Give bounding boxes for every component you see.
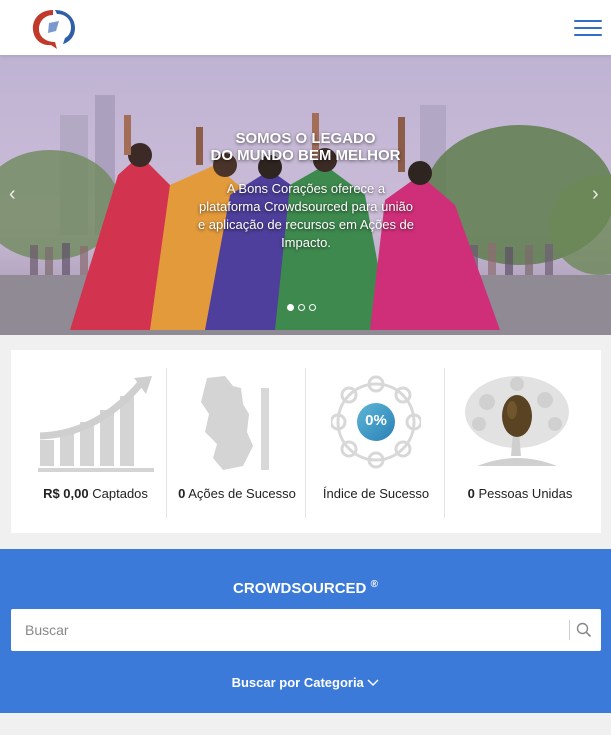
- map-icon: [201, 376, 269, 470]
- header: [0, 0, 611, 55]
- crowdsourced-section: CROWDSOURCED ® Buscar por Categoria: [0, 549, 611, 713]
- success-badge: 0%: [365, 412, 387, 429]
- search-separator: [569, 620, 570, 640]
- chevron-left-icon[interactable]: ‹: [9, 183, 16, 206]
- tree-icon: [465, 376, 569, 466]
- stat-indice-label: Índice de Sucesso: [322, 486, 430, 501]
- carousel-dot-2[interactable]: [298, 304, 305, 311]
- hero-carousel: SOMOS O LEGADO DO MUNDO BEM MELHOR A Bon…: [0, 55, 611, 335]
- search-icon[interactable]: [576, 622, 592, 638]
- stat-pessoas-label: 0 Pessoas Unidas: [467, 486, 573, 501]
- carousel-indicators: [287, 304, 316, 311]
- search-input[interactable]: [11, 609, 566, 651]
- hero-title-line1: SOMOS O LEGADO: [235, 130, 376, 147]
- growth-chart-icon: [38, 376, 154, 472]
- hero-text: A Bons Corações oferece a plataforma Cro…: [197, 181, 415, 250]
- hero-title: SOMOS O LEGADO DO MUNDO BEM MELHOR: [150, 130, 461, 164]
- logo[interactable]: [29, 4, 79, 50]
- stat-indice: 0% Índice de Sucesso: [306, 368, 446, 518]
- category-dropdown[interactable]: Buscar por Categoria: [0, 675, 611, 690]
- stat-acoes: 0 Ações de Sucesso: [167, 368, 307, 518]
- carousel-dot-3[interactable]: [309, 304, 316, 311]
- hero-title-line2: DO MUNDO BEM MELHOR: [210, 147, 401, 164]
- chevron-down-icon: [367, 679, 379, 687]
- carousel-dot-1[interactable]: [287, 304, 294, 311]
- crowdsourced-title: CROWDSOURCED ®: [233, 579, 378, 597]
- stat-pessoas: 0 Pessoas Unidas: [445, 368, 595, 518]
- stat-captados-label: R$ 0,00 Captados: [43, 486, 148, 501]
- hamburger-menu-icon[interactable]: [574, 15, 602, 39]
- stats-panel: R$ 0,00 Captados 0 Ações de Sucesso 0% Í…: [11, 350, 601, 533]
- stat-captados: R$ 0,00 Captados: [23, 368, 168, 518]
- chevron-right-icon[interactable]: ›: [592, 183, 599, 206]
- stat-acoes-label: 0 Ações de Sucesso: [178, 486, 296, 501]
- search-bar: [11, 609, 601, 651]
